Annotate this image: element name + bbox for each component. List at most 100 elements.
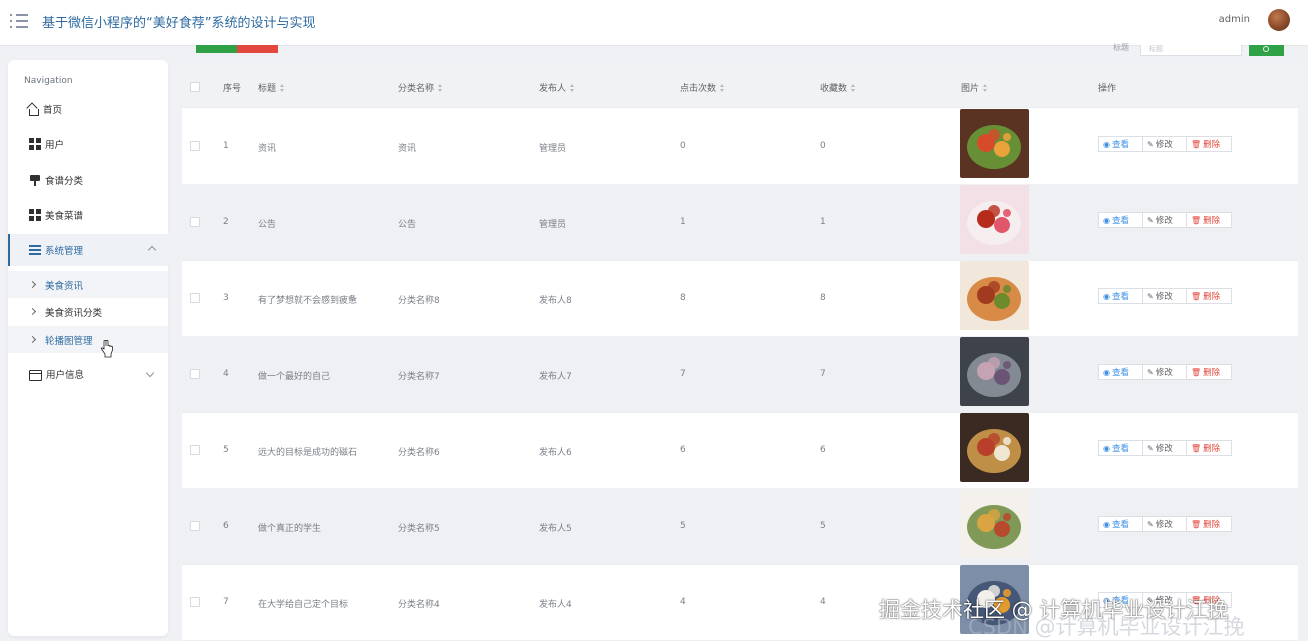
food-thumbnail[interactable] bbox=[960, 413, 1029, 482]
user-avatar[interactable] bbox=[1268, 9, 1290, 31]
edit-button[interactable]: ✎ 修改 bbox=[1143, 440, 1187, 456]
sort-icon bbox=[851, 84, 856, 92]
sidebar-item-recipes[interactable]: 美食菜谱 bbox=[8, 200, 168, 230]
view-button[interactable]: ◉ 查看 bbox=[1098, 288, 1143, 304]
sidebar: Navigation 首页 用户 食谱分类 美食菜谱 系统管理 美食资讯 美食资… bbox=[8, 60, 170, 636]
cell-category: 分类名称6 bbox=[398, 448, 440, 458]
food-thumbnail[interactable] bbox=[960, 489, 1029, 558]
food-thumbnail[interactable] bbox=[960, 261, 1029, 330]
row-checkbox[interactable] bbox=[190, 293, 200, 303]
row-actions: ◉ 查看 ✎ 修改 🗑 删除 bbox=[1098, 288, 1232, 304]
sidebar-item-home[interactable]: 首页 bbox=[8, 94, 168, 124]
batch-delete-button[interactable] bbox=[237, 45, 278, 53]
edit-icon: ✎ bbox=[1147, 139, 1154, 149]
cell-clicks: 5 bbox=[680, 521, 686, 531]
edit-button[interactable]: ✎ 修改 bbox=[1143, 288, 1187, 304]
cell-category: 分类名称7 bbox=[398, 372, 440, 382]
view-button[interactable]: ◉ 查看 bbox=[1098, 516, 1143, 532]
row-checkbox[interactable] bbox=[190, 597, 200, 607]
sidebar-subitem-news-category[interactable]: 美食资讯分类 bbox=[8, 298, 168, 325]
delete-button[interactable]: 🗑 删除 bbox=[1187, 288, 1232, 304]
delete-button[interactable]: 🗑 删除 bbox=[1187, 364, 1232, 380]
table-row: 6 做个真正的学生 分类名称5 发布人5 5 5 ◉ 查看 ✎ 修改 🗑 删除 bbox=[182, 488, 1298, 565]
user-name[interactable]: admin bbox=[1219, 14, 1250, 25]
table-header: 序号 标题 分类名称 发布人 点击次数 收藏数 图片 操作 bbox=[182, 67, 1298, 108]
food-thumbnail[interactable] bbox=[960, 185, 1029, 254]
view-button[interactable]: ◉ 查看 bbox=[1098, 212, 1143, 228]
sidebar-item-label: 系统管理 bbox=[45, 246, 84, 257]
delete-button[interactable]: 🗑 删除 bbox=[1187, 440, 1232, 456]
col-header-image[interactable]: 图片 bbox=[961, 81, 988, 94]
select-all-checkbox[interactable] bbox=[190, 82, 200, 92]
sidebar-subitem-food-news[interactable]: 美食资讯 bbox=[8, 271, 168, 298]
sidebar-subitem-carousel[interactable]: 轮播图管理 bbox=[8, 326, 168, 353]
cell-index: 1 bbox=[223, 141, 229, 151]
cell-title: 公告 bbox=[258, 220, 277, 230]
col-header-favorites[interactable]: 收藏数 bbox=[820, 81, 856, 94]
cell-favorites: 4 bbox=[820, 597, 826, 607]
sort-icon bbox=[720, 84, 725, 92]
trash-icon: 🗑 bbox=[1191, 215, 1202, 225]
search-button[interactable] bbox=[1249, 45, 1284, 56]
sidebar-item-users[interactable]: 用户 bbox=[8, 129, 168, 159]
search-input[interactable]: 标题 bbox=[1140, 45, 1242, 56]
edit-button[interactable]: ✎ 修改 bbox=[1143, 516, 1187, 532]
col-header-clicks[interactable]: 点击次数 bbox=[680, 81, 725, 94]
cell-publisher: 发布人5 bbox=[539, 524, 572, 534]
edit-button[interactable]: ✎ 修改 bbox=[1143, 136, 1187, 152]
row-actions: ◉ 查看 ✎ 修改 🗑 删除 bbox=[1098, 136, 1232, 152]
cell-favorites: 8 bbox=[820, 293, 826, 303]
cell-publisher: 管理员 bbox=[539, 144, 567, 154]
table-row: 5 远大的目标是成功的磁石 分类名称6 发布人6 6 6 ◉ 查看 ✎ 修改 🗑 删除 bbox=[182, 412, 1298, 489]
trash-icon: 🗑 bbox=[1191, 291, 1202, 301]
sidebar-item-system[interactable]: 系统管理 bbox=[8, 234, 170, 266]
sidebar-subitem-label: 轮播图管理 bbox=[45, 335, 93, 347]
cell-title: 资讯 bbox=[258, 144, 277, 154]
col-header-category[interactable]: 分类名称 bbox=[398, 81, 443, 94]
trash-icon: 🗑 bbox=[1191, 443, 1202, 453]
sidebar-item-label: 用户信息 bbox=[46, 370, 85, 381]
row-checkbox[interactable] bbox=[190, 521, 200, 531]
row-checkbox[interactable] bbox=[190, 141, 200, 151]
row-checkbox[interactable] bbox=[190, 217, 200, 227]
cell-favorites: 1 bbox=[820, 217, 826, 227]
view-button[interactable]: ◉ 查看 bbox=[1098, 364, 1143, 380]
sidebar-item-label: 首页 bbox=[43, 105, 63, 116]
cell-title: 做一个最好的自己 bbox=[258, 372, 331, 382]
view-button[interactable]: ◉ 查看 bbox=[1098, 440, 1143, 456]
cell-title: 做个真正的学生 bbox=[258, 524, 322, 534]
edit-icon: ✎ bbox=[1147, 215, 1154, 225]
food-thumbnail[interactable] bbox=[960, 337, 1029, 406]
cell-publisher: 管理员 bbox=[539, 220, 567, 230]
edit-icon: ✎ bbox=[1147, 519, 1154, 529]
edit-button[interactable]: ✎ 修改 bbox=[1143, 212, 1187, 228]
eye-icon: ◉ bbox=[1103, 519, 1110, 529]
delete-button[interactable]: 🗑 删除 bbox=[1187, 516, 1232, 532]
sidebar-item-user-info[interactable]: 用户信息 bbox=[8, 359, 168, 389]
trash-icon: 🗑 bbox=[1191, 139, 1202, 149]
sort-icon bbox=[438, 84, 443, 92]
delete-button[interactable]: 🗑 删除 bbox=[1187, 136, 1232, 152]
cell-title: 有了梦想就不会感到疲惫 bbox=[258, 296, 358, 306]
add-button[interactable] bbox=[196, 45, 237, 53]
cell-favorites: 7 bbox=[820, 369, 826, 379]
view-button[interactable]: ◉ 查看 bbox=[1098, 136, 1143, 152]
sidebar-item-recipe-category[interactable]: 食谱分类 bbox=[8, 165, 168, 195]
top-header: 基于微信小程序的“美好食荐”系统的设计与实现 admin bbox=[0, 0, 1308, 46]
sort-icon bbox=[280, 84, 285, 92]
row-checkbox[interactable] bbox=[190, 445, 200, 455]
menu-list-icon[interactable] bbox=[10, 12, 28, 30]
cell-title: 远大的目标是成功的磁石 bbox=[258, 448, 358, 458]
edit-button[interactable]: ✎ 修改 bbox=[1143, 364, 1187, 380]
food-thumbnail[interactable] bbox=[960, 109, 1029, 178]
row-checkbox[interactable] bbox=[190, 369, 200, 379]
col-header-publisher[interactable]: 发布人 bbox=[539, 81, 575, 94]
cell-category: 分类名称4 bbox=[398, 600, 440, 610]
eye-icon: ◉ bbox=[1103, 139, 1110, 149]
cell-clicks: 1 bbox=[680, 217, 686, 227]
toolbar-buttons bbox=[196, 45, 278, 53]
edit-icon: ✎ bbox=[1147, 291, 1154, 301]
delete-button[interactable]: 🗑 删除 bbox=[1187, 212, 1232, 228]
row-actions: ◉ 查看 ✎ 修改 🗑 删除 bbox=[1098, 364, 1232, 380]
col-header-title[interactable]: 标题 bbox=[258, 81, 285, 94]
